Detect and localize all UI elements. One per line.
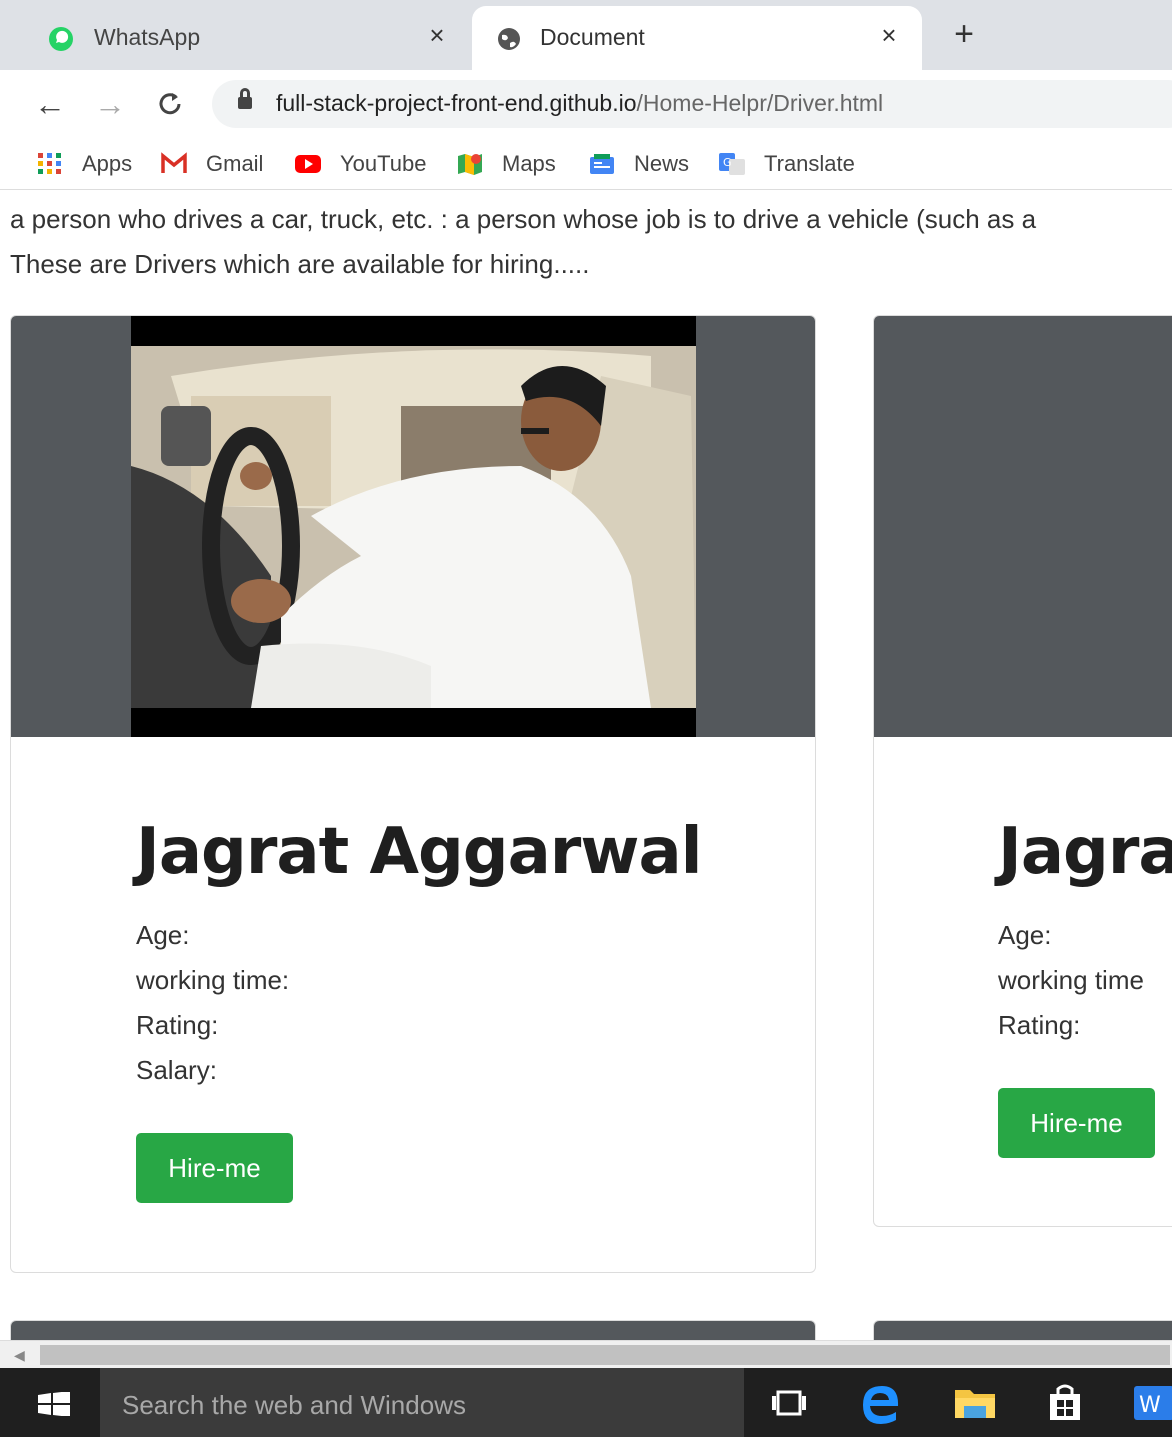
card-image-area: [874, 316, 1172, 737]
tab-whatsapp[interactable]: WhatsApp ×: [12, 6, 470, 70]
driver-photo: [131, 316, 696, 737]
bookmark-youtube[interactable]: YouTube: [294, 150, 426, 178]
working-time-label: working time:: [136, 965, 290, 995]
bookmark-label: Gmail: [206, 151, 264, 176]
hire-me-button[interactable]: Hire-me: [136, 1133, 293, 1203]
scroll-left-icon[interactable]: ◀: [14, 1347, 25, 1364]
hire-me-button[interactable]: Hire-me: [998, 1088, 1155, 1158]
driver-card-next: [10, 1320, 816, 1340]
url-path: /Home-Helpr/Driver.html: [636, 90, 884, 116]
bookmarks-bar: Apps Gmail YouTube Maps News G Translate: [0, 138, 1172, 190]
bookmark-label: Translate: [764, 151, 855, 176]
translate-icon: G: [719, 153, 745, 175]
bookmark-label: Maps: [502, 151, 556, 176]
driver-details: Age: working time Rating:: [998, 913, 1144, 1048]
gmail-icon: [161, 152, 187, 173]
svg-text:W: W: [1139, 1393, 1161, 1418]
driver-card-next: [873, 1320, 1172, 1340]
tab-strip: WhatsApp × Document × +: [0, 0, 1172, 70]
horizontal-scrollbar[interactable]: ◀: [0, 1340, 1172, 1368]
start-button[interactable]: [0, 1368, 100, 1437]
tab-title: Document: [540, 24, 645, 50]
whatsapp-icon: [49, 27, 73, 51]
close-tab-icon[interactable]: ×: [874, 20, 904, 51]
edge-browser-icon[interactable]: [858, 1380, 904, 1426]
driver-name: Jagra: [998, 815, 1172, 889]
intro-text: a person who drives a car, truck, etc. :…: [10, 197, 1036, 287]
bookmark-translate[interactable]: G Translate: [718, 150, 855, 178]
card-image-area: [874, 1321, 1172, 1340]
bookmark-apps[interactable]: Apps: [36, 150, 132, 178]
bookmark-label: YouTube: [340, 151, 427, 176]
file-explorer-icon[interactable]: [952, 1380, 998, 1426]
apps-grid-icon: [38, 153, 61, 174]
reload-button[interactable]: [150, 84, 190, 124]
app-icon[interactable]: W: [1130, 1380, 1172, 1426]
bookmark-label: News: [634, 151, 690, 176]
bookmark-gmail[interactable]: Gmail: [160, 150, 263, 178]
taskbar-search-input[interactable]: Search the web and Windows: [100, 1368, 744, 1437]
tab-document[interactable]: Document ×: [472, 6, 922, 70]
url-text: full-stack-project-front-end.github.io/H…: [276, 90, 883, 117]
browser-chrome: WhatsApp × Document × + ← → full-stack-p: [0, 0, 1172, 195]
scrollbar-thumb[interactable]: [40, 1345, 1170, 1365]
back-button[interactable]: ←: [30, 84, 70, 124]
youtube-icon: [295, 155, 321, 173]
reload-icon: [159, 93, 181, 115]
lock-icon: [238, 88, 252, 110]
web-page: a person who drives a car, truck, etc. :…: [0, 195, 1172, 1340]
driver-card: Jagra Age: working time Rating: Hire-me: [873, 315, 1172, 1227]
rating-label: Rating:: [998, 1010, 1081, 1040]
new-tab-button[interactable]: +: [946, 16, 982, 52]
maps-icon: [458, 154, 482, 175]
salary-label: Salary:: [136, 1055, 217, 1085]
bookmark-maps[interactable]: Maps: [456, 150, 556, 178]
card-image-area: [11, 1321, 815, 1340]
driver-details: Age: working time: Rating: Salary:: [136, 913, 289, 1093]
driver-card: Jagrat Aggarwal Age: working time: Ratin…: [10, 315, 816, 1273]
windows-logo-icon: [38, 1392, 70, 1416]
globe-icon: [498, 28, 520, 50]
news-icon: [590, 154, 614, 174]
intro-availability: These are Drivers which are available fo…: [10, 249, 590, 279]
age-label: Age:: [136, 920, 190, 950]
address-bar: ← → full-stack-project-front-end.github.…: [0, 70, 1172, 138]
driver-name: Jagrat Aggarwal: [136, 815, 703, 889]
forward-button[interactable]: →: [90, 84, 130, 124]
url-host: full-stack-project-front-end.github.io: [276, 90, 637, 116]
search-placeholder: Search the web and Windows: [122, 1390, 466, 1420]
bookmark-label: Apps: [82, 151, 133, 176]
card-image-area: [11, 316, 815, 737]
svg-text:G: G: [723, 156, 732, 169]
url-input[interactable]: full-stack-project-front-end.github.io/H…: [212, 80, 1172, 128]
rating-label: Rating:: [136, 1010, 219, 1040]
store-icon[interactable]: [1042, 1380, 1088, 1426]
working-time-label: working time: [998, 965, 1144, 995]
tab-title: WhatsApp: [94, 24, 201, 50]
task-view-icon[interactable]: [766, 1380, 812, 1426]
bookmark-news[interactable]: News: [588, 150, 689, 178]
close-tab-icon[interactable]: ×: [422, 20, 452, 51]
age-label: Age:: [998, 920, 1052, 950]
intro-definition: a person who drives a car, truck, etc. :…: [10, 204, 1037, 234]
windows-taskbar: Search the web and Windows W: [0, 1368, 1172, 1437]
